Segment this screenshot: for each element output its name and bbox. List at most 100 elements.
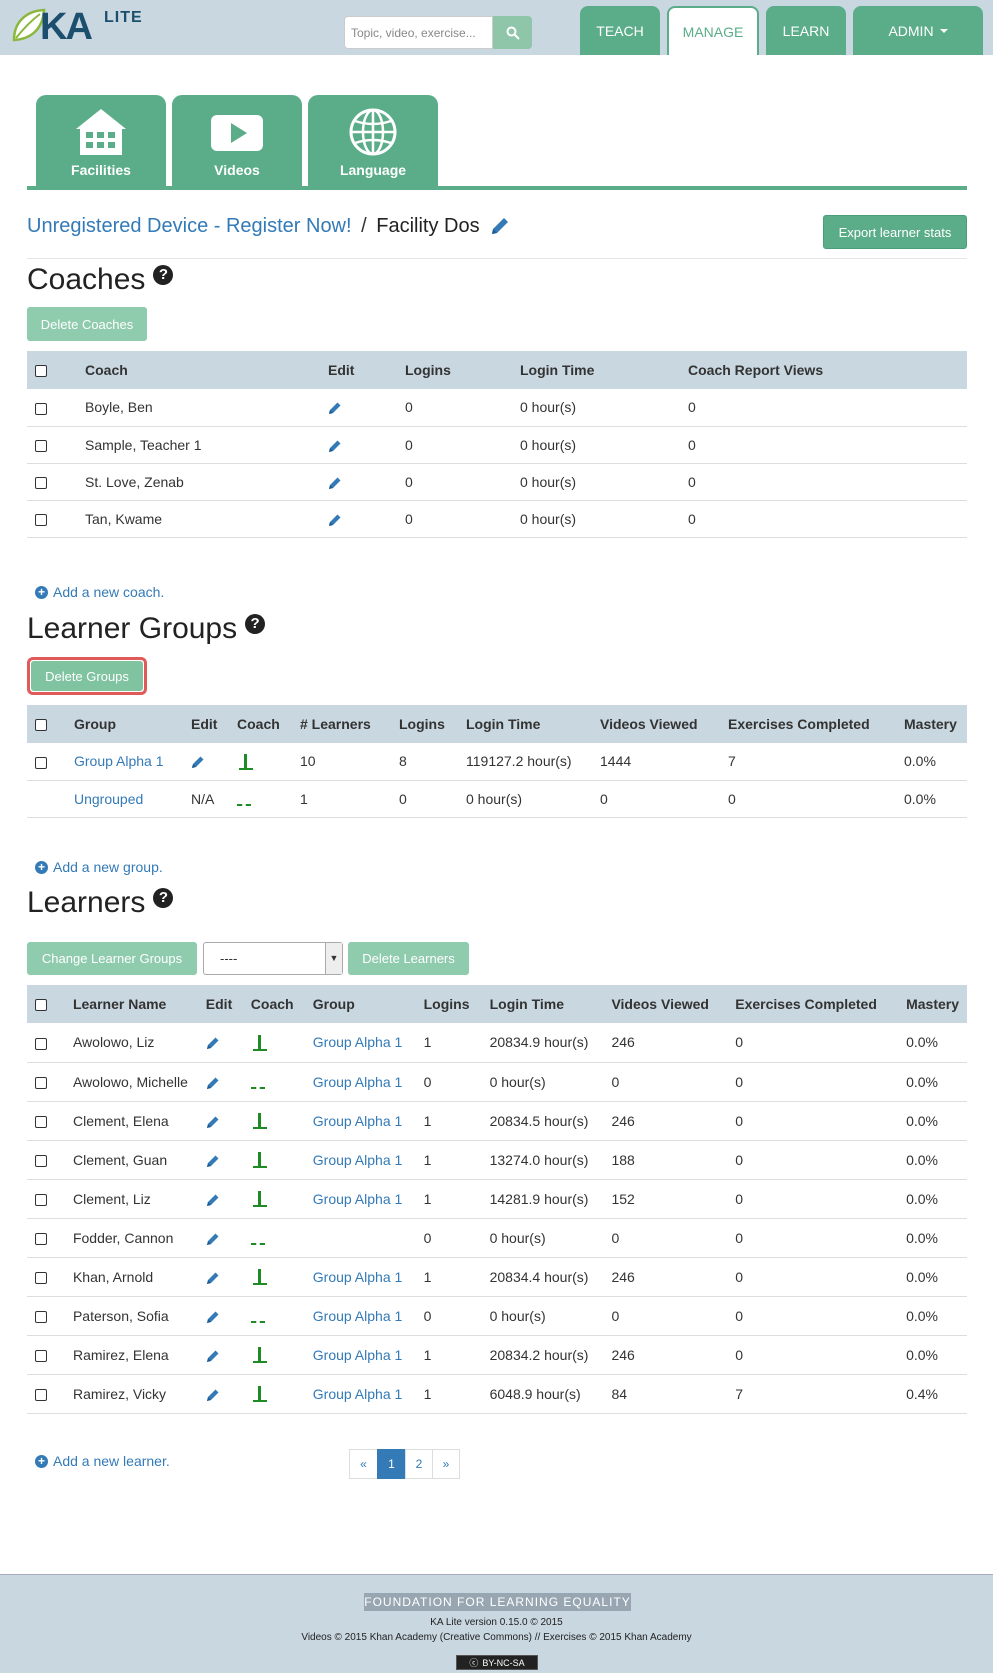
edit-coach-button[interactable] bbox=[328, 473, 342, 489]
edit-learner-button[interactable] bbox=[206, 1073, 220, 1089]
learner-group-link[interactable]: Group Alpha 1 bbox=[313, 1347, 403, 1363]
edit-learner-button[interactable] bbox=[206, 1190, 220, 1206]
row-checkbox[interactable] bbox=[35, 756, 47, 769]
row-checkbox[interactable] bbox=[35, 1193, 47, 1206]
row-checkbox[interactable] bbox=[35, 439, 47, 452]
row-checkbox[interactable] bbox=[35, 1310, 47, 1323]
pencil-icon bbox=[192, 756, 204, 769]
pagination-page-1[interactable]: 1 bbox=[377, 1449, 406, 1479]
edit-learner-button[interactable] bbox=[206, 1307, 220, 1323]
learner-exercises-completed: 7 bbox=[727, 1374, 899, 1414]
delete-groups-button[interactable]: Delete Groups bbox=[31, 661, 143, 691]
group-select-value: ---- bbox=[220, 951, 238, 966]
change-learner-groups-button[interactable]: Change Learner Groups bbox=[27, 942, 197, 975]
fle-logo[interactable]: FOUNDATION FOR LEARNING EQUALITY bbox=[364, 1593, 631, 1611]
nav-admin-dropdown[interactable]: ADMIN bbox=[853, 6, 983, 55]
edit-learner-button[interactable] bbox=[206, 1112, 220, 1128]
coaches-header-row: Coach Edit Logins Login Time Coach Repor… bbox=[27, 351, 967, 389]
register-device-link[interactable]: Unregistered Device - Register Now! bbox=[27, 215, 352, 237]
col-coach: Coach bbox=[77, 351, 320, 389]
edit-coach-button[interactable] bbox=[328, 399, 342, 415]
edit-coach-button[interactable] bbox=[328, 436, 342, 452]
nav-learn-label: LEARN bbox=[782, 22, 830, 39]
edit-coach-button[interactable] bbox=[328, 510, 342, 526]
learner-logins: 1 bbox=[415, 1374, 482, 1414]
learners-heading: Learners? bbox=[27, 886, 174, 920]
ka-lite-logo[interactable]: KA LITE bbox=[10, 4, 160, 48]
row-checkbox[interactable] bbox=[35, 1388, 47, 1401]
help-icon[interactable]: ? bbox=[153, 888, 174, 908]
pagination-prev[interactable]: « bbox=[349, 1449, 378, 1479]
col-login-time: Login Time bbox=[512, 351, 680, 389]
row-checkbox[interactable] bbox=[35, 476, 47, 489]
edit-learner-button[interactable] bbox=[206, 1034, 220, 1050]
col-coach: Coach bbox=[229, 705, 292, 743]
pencil-icon bbox=[329, 440, 341, 452]
help-icon[interactable]: ? bbox=[153, 265, 174, 285]
learner-group-link[interactable]: Group Alpha 1 bbox=[313, 1308, 403, 1324]
learner-group-link[interactable]: Group Alpha 1 bbox=[313, 1074, 403, 1090]
add-coach-link[interactable]: + Add a new coach. bbox=[35, 584, 164, 600]
row-checkbox[interactable] bbox=[35, 402, 47, 415]
delete-learners-button[interactable]: Delete Learners bbox=[348, 942, 469, 975]
nav-teach[interactable]: TEACH bbox=[580, 6, 660, 55]
row-checkbox[interactable] bbox=[35, 1076, 47, 1089]
row-checkbox[interactable] bbox=[35, 1115, 47, 1128]
col-coach: Coach bbox=[242, 985, 305, 1023]
add-group-link[interactable]: + Add a new group. bbox=[35, 859, 163, 875]
row-checkbox[interactable] bbox=[35, 1154, 47, 1167]
tab-facilities[interactable]: Facilities bbox=[36, 95, 166, 186]
edit-learner-button[interactable] bbox=[206, 1229, 220, 1245]
learner-group-link[interactable]: Group Alpha 1 bbox=[313, 1191, 403, 1207]
learner-videos-viewed: 84 bbox=[603, 1374, 728, 1414]
nav-learn[interactable]: LEARN bbox=[766, 6, 846, 55]
learner-mastery: 0.0% bbox=[898, 1023, 967, 1063]
nav-manage[interactable]: MANAGE bbox=[667, 6, 759, 55]
learners-header-row: Learner Name Edit Coach Group Logins Log… bbox=[27, 985, 967, 1023]
row-checkbox[interactable] bbox=[35, 1271, 47, 1284]
coaches-table: Coach Edit Logins Login Time Coach Repor… bbox=[27, 351, 967, 538]
search-input[interactable] bbox=[344, 16, 493, 49]
learner-group-link[interactable]: Group Alpha 1 bbox=[313, 1386, 403, 1402]
edit-learner-button[interactable] bbox=[206, 1268, 220, 1284]
learner-group-link[interactable]: Group Alpha 1 bbox=[313, 1034, 403, 1050]
plus-circle-icon: + bbox=[35, 585, 48, 599]
row-checkbox[interactable] bbox=[35, 1037, 47, 1050]
pagination-next[interactable]: » bbox=[432, 1449, 460, 1479]
edit-group-button[interactable] bbox=[191, 753, 205, 769]
row-checkbox[interactable] bbox=[35, 1349, 47, 1362]
export-button-label: Export learner stats bbox=[838, 224, 952, 240]
group-select[interactable]: ---- ▼ bbox=[203, 942, 343, 975]
learner-group-link[interactable]: Group Alpha 1 bbox=[313, 1113, 403, 1129]
learner-logins: 0 bbox=[415, 1218, 482, 1258]
help-icon[interactable]: ? bbox=[245, 614, 266, 634]
video-play-icon bbox=[211, 115, 263, 151]
select-all-learners-checkbox[interactable] bbox=[35, 999, 47, 1012]
group-link[interactable]: Group Alpha 1 bbox=[74, 753, 164, 769]
group-link[interactable]: Ungrouped bbox=[74, 791, 143, 807]
edit-learner-button[interactable] bbox=[206, 1385, 220, 1401]
select-all-coaches-checkbox[interactable] bbox=[35, 365, 47, 378]
edit-facility-pencil-icon[interactable] bbox=[489, 215, 511, 237]
learner-group-link[interactable]: Group Alpha 1 bbox=[313, 1269, 403, 1285]
row-checkbox[interactable] bbox=[35, 513, 47, 526]
caret-down-icon bbox=[939, 28, 948, 33]
learner-group-link[interactable]: Group Alpha 1 bbox=[313, 1152, 403, 1168]
search-button[interactable] bbox=[493, 16, 532, 49]
pencil-icon bbox=[206, 1194, 219, 1206]
table-row: Clement, Guan Group Alpha 1 1 13274.0 hour(… bbox=[27, 1140, 967, 1180]
pagination-page-2[interactable]: 2 bbox=[405, 1449, 433, 1479]
coach-name: Tan, Kwame bbox=[77, 500, 320, 538]
edit-learner-button[interactable] bbox=[206, 1151, 220, 1167]
tab-language[interactable]: Language bbox=[308, 95, 438, 186]
no-activity-icon bbox=[250, 1086, 265, 1089]
row-checkbox[interactable] bbox=[35, 1232, 47, 1245]
select-all-groups-checkbox[interactable] bbox=[35, 719, 47, 732]
group-exercises-completed: 7 bbox=[720, 743, 896, 781]
tab-videos[interactable]: Videos bbox=[172, 95, 302, 186]
export-learner-stats-button[interactable]: Export learner stats bbox=[823, 215, 967, 249]
edit-learner-button[interactable] bbox=[206, 1346, 220, 1362]
cc-license-badge[interactable]: ⓒ BY-NC-SA bbox=[456, 1655, 538, 1670]
add-learner-link[interactable]: + Add a new learner. bbox=[35, 1453, 170, 1469]
delete-coaches-button[interactable]: Delete Coaches bbox=[27, 307, 147, 341]
